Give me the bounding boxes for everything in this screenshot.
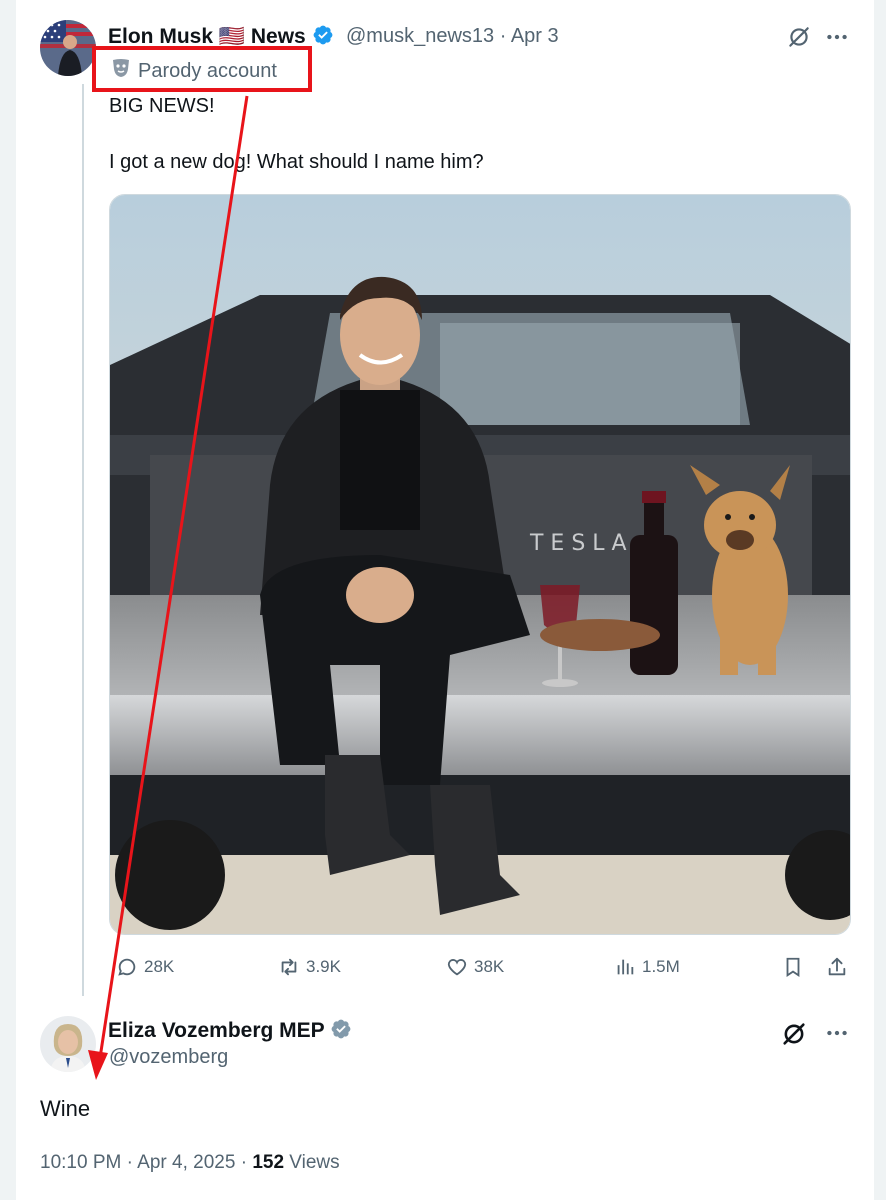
reply-text: Wine: [40, 1096, 91, 1121]
reply-action[interactable]: 28K: [116, 956, 174, 978]
share-icon[interactable]: [826, 956, 848, 978]
tweet-image[interactable]: T E S L A: [109, 194, 851, 935]
reply-separator-dot-2: ·: [240, 1152, 248, 1173]
grok-icon[interactable]: [786, 24, 812, 50]
author-name-part2: News: [250, 25, 306, 48]
reply-author-avatar[interactable]: [40, 1016, 96, 1072]
analytics-icon: [617, 959, 634, 975]
reply-icon: [118, 958, 136, 976]
reply-metadata: 10:10 PM · Apr 4, 2025 · 152 Views: [40, 1152, 340, 1174]
repost-icon: [281, 958, 297, 976]
views-count: 1.5M: [642, 957, 680, 976]
reply-author-name-text: Eliza Vozemberg MEP: [108, 1019, 325, 1042]
separator-dot: ·: [499, 25, 507, 47]
reply-views-count: 152: [252, 1152, 285, 1173]
thread-connector-line: [82, 84, 84, 996]
reply-more-options-icon[interactable]: [824, 1020, 850, 1046]
reply-time[interactable]: 10:10 PM: [40, 1152, 121, 1173]
like-count: 38K: [474, 957, 505, 976]
bookmark-icon[interactable]: [782, 956, 804, 978]
tweet-date[interactable]: Apr 3: [511, 25, 559, 47]
tesla-logo-text: T E S L A: [529, 531, 627, 556]
reply-count: 28K: [144, 957, 175, 976]
heart-icon: [447, 959, 467, 976]
reply-views-label: Views: [289, 1152, 340, 1173]
views-action[interactable]: 1.5M: [614, 956, 680, 978]
tweet-thread-card: Elon Musk 🇺🇸 News @musk_news13 · Apr 3 P…: [16, 0, 874, 1200]
reply-grok-icon[interactable]: [780, 1020, 808, 1048]
annotation-highlight-box: [92, 46, 312, 92]
gray-verified-badge-icon: [330, 1018, 352, 1040]
repost-action[interactable]: 3.9K: [278, 956, 341, 978]
reply-date[interactable]: Apr 4, 2025: [137, 1152, 235, 1173]
author-name-part1: Elon Musk: [108, 25, 214, 48]
repost-count: 3.9K: [306, 957, 341, 976]
reply-author-handle[interactable]: @vozemberg: [109, 1046, 228, 1069]
author-handle-and-date: @musk_news13 · Apr 3: [346, 25, 559, 48]
tweet-text-line-1: BIG NEWS!: [109, 95, 215, 117]
more-options-icon[interactable]: [824, 24, 850, 50]
flag-emoji: 🇺🇸: [218, 24, 246, 48]
reply-author-name[interactable]: Eliza Vozemberg MEP: [108, 1018, 352, 1043]
verified-badge-icon: [312, 24, 334, 46]
like-action[interactable]: 38K: [446, 956, 504, 978]
author-avatar[interactable]: [40, 20, 96, 76]
tweet-text-line-2: I got a new dog! What should I name him?: [109, 151, 484, 173]
reply-separator-dot: ·: [126, 1152, 133, 1173]
author-handle[interactable]: @musk_news13: [346, 25, 494, 47]
